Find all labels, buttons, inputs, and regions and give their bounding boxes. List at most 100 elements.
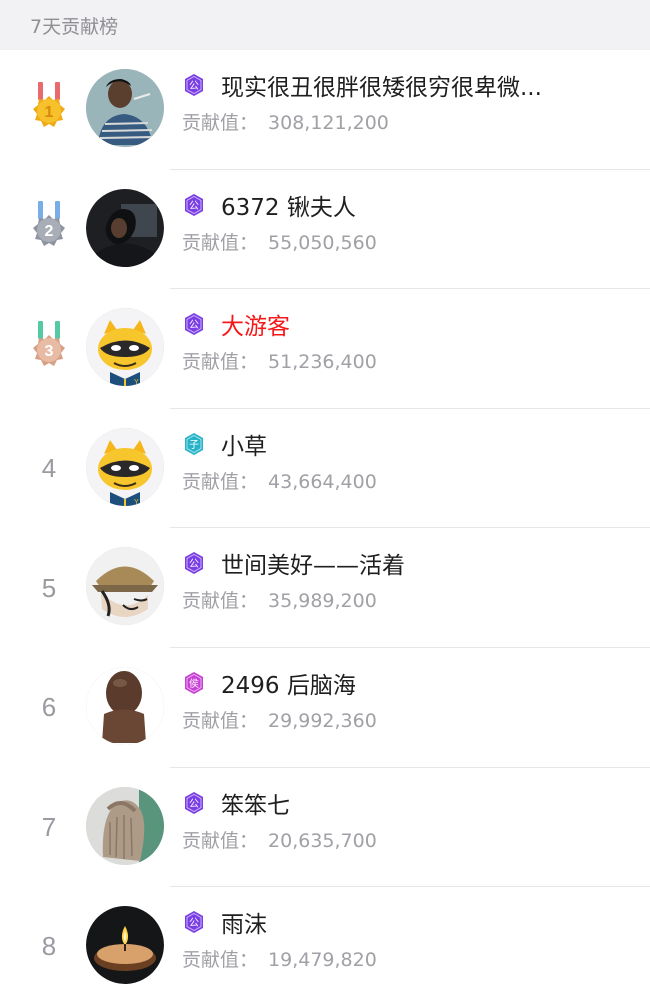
rank-number: 7: [41, 811, 57, 842]
ranking-title: 7天贡献榜: [30, 15, 119, 38]
user-info: 公 现实很丑很胖很矮很穷很卑微... 贡献值： 308,121,200: [182, 68, 650, 135]
user-avatar[interactable]: [86, 69, 164, 147]
svg-text:Y: Y: [134, 379, 139, 386]
svg-text:公: 公: [189, 559, 199, 570]
bronze-medal-icon: 3: [30, 320, 68, 377]
user-avatar[interactable]: [86, 547, 164, 626]
contribution-score: 20,635,700: [268, 829, 377, 852]
ranking-row[interactable]: 7 公 笨笨七贡献值： 20,635,700: [0, 768, 650, 888]
rank-number: 5: [41, 572, 57, 603]
user-info: 公 世间美好——活着贡献值： 35,989,200: [182, 546, 650, 613]
user-name[interactable]: 6372 锹夫人: [221, 188, 356, 222]
svg-text:Y: Y: [134, 499, 139, 506]
svg-text:公: 公: [189, 201, 199, 212]
user-name[interactable]: 大游客: [221, 307, 290, 341]
contribution-score: 19,479,820: [268, 949, 377, 972]
contribution-label: 贡献值：: [182, 231, 259, 254]
user-name[interactable]: 现实很丑很胖很矮很穷很卑微...: [221, 68, 542, 102]
contribution-score-line: 贡献值： 29,992,360: [182, 706, 650, 733]
user-avatar[interactable]: [86, 786, 164, 865]
contribution-score-line: 贡献值： 308,121,200: [182, 108, 650, 135]
user-avatar[interactable]: [86, 188, 164, 267]
rank-badge-icon: 侯: [182, 671, 206, 695]
name-line: 子 小草: [182, 427, 650, 461]
rank-indicator: 1: [0, 50, 98, 170]
user-info: 公 大游客贡献值： 51,236,400: [182, 307, 650, 374]
svg-text:3: 3: [45, 343, 54, 360]
rank-badge-icon: 公: [182, 551, 206, 575]
user-name[interactable]: 世间美好——活着: [221, 546, 405, 580]
svg-text:公: 公: [189, 799, 199, 810]
ranking-row[interactable]: 8 公 雨沫贡献值： 19,479,820: [0, 887, 650, 998]
ranking-row[interactable]: 1 公 现实很丑很胖很矮很穷很卑微... 贡献值： 308,121,200: [0, 50, 650, 170]
rank-badge-icon: 公: [182, 312, 206, 336]
user-name[interactable]: 笨笨七: [221, 786, 290, 820]
contribution-score: 29,992,360: [268, 709, 377, 732]
name-line: 公 现实很丑很胖很矮很穷很卑微...: [182, 68, 650, 102]
contribution-score-line: 贡献值： 19,479,820: [182, 945, 650, 972]
contribution-label: 贡献值：: [182, 590, 259, 613]
rank-indicator: 7: [0, 768, 98, 888]
rank-badge-icon: 子: [182, 432, 206, 456]
contribution-label: 贡献值：: [182, 351, 259, 374]
user-avatar[interactable]: Y: [86, 427, 164, 506]
contribution-score: 55,050,560: [268, 231, 377, 254]
ranking-row[interactable]: 4 Y 子 小草贡献值： 43,664,400: [0, 409, 650, 529]
svg-text:公: 公: [189, 320, 199, 331]
name-line: 公 6372 锹夫人: [182, 188, 650, 222]
user-name[interactable]: 雨沫: [221, 905, 267, 939]
user-info: 公 笨笨七贡献值： 20,635,700: [182, 786, 650, 853]
user-avatar[interactable]: Y: [86, 308, 164, 387]
rank-indicator: 8: [0, 887, 98, 998]
svg-text:公: 公: [189, 918, 199, 929]
rank-indicator: 3: [0, 289, 98, 409]
contribution-score-line: 贡献值： 20,635,700: [182, 826, 650, 853]
rank-indicator: 6: [0, 648, 98, 768]
svg-text:侯: 侯: [189, 677, 199, 690]
ranking-row[interactable]: 6 侯 2496 后脑海贡献值： 29,992,360: [0, 648, 650, 768]
rank-badge-icon: 公: [182, 791, 206, 815]
name-line: 公 大游客: [182, 307, 650, 341]
contribution-score: 43,664,400: [268, 470, 377, 493]
contribution-label: 贡献值：: [182, 949, 259, 972]
rank-indicator: 5: [0, 528, 98, 648]
ranking-row[interactable]: 2 公 6372 锹夫人贡献值： 55,050,560: [0, 170, 650, 290]
svg-text:2: 2: [45, 223, 54, 240]
contribution-score: 35,989,200: [268, 590, 377, 613]
ranking-header: 7天贡献榜: [0, 0, 650, 50]
contribution-label: 贡献值：: [182, 112, 259, 134]
user-avatar[interactable]: [86, 906, 164, 985]
user-name[interactable]: 小草: [221, 427, 267, 461]
ranking-list: 1 公 现实很丑很胖很矮很穷很卑微... 贡献值： 308,121,200 2 公 …: [0, 50, 650, 998]
name-line: 公 笨笨七: [182, 786, 650, 820]
rank-badge-icon: 公: [182, 73, 206, 97]
contribution-score-line: 贡献值： 35,989,200: [182, 586, 650, 613]
contribution-score-line: 贡献值： 55,050,560: [182, 228, 650, 255]
user-info: 侯 2496 后脑海贡献值： 29,992,360: [182, 666, 650, 733]
contribution-label: 贡献值：: [182, 709, 259, 732]
rank-number: 8: [41, 931, 57, 962]
silver-medal-icon: 2: [30, 201, 68, 257]
contribution-score: 51,236,400: [268, 351, 377, 374]
name-line: 侯 2496 后脑海: [182, 666, 650, 700]
name-line: 公 世间美好——活着: [182, 546, 650, 580]
user-info: 子 小草贡献值： 43,664,400: [182, 427, 650, 494]
contribution-ranking-page: 7天贡献榜 1 公 现实很丑很胖很矮很穷很卑微... 贡献值： 308,121,20…: [0, 0, 650, 998]
gold-medal-icon: 1: [30, 81, 68, 138]
contribution-score-line: 贡献值： 43,664,400: [182, 467, 650, 494]
svg-text:1: 1: [45, 104, 54, 121]
ranking-row[interactable]: 5 公 世间美好——活着贡献值： 35,989,200: [0, 528, 650, 648]
svg-text:公: 公: [189, 81, 199, 92]
user-info: 公 雨沫贡献值： 19,479,820: [182, 905, 650, 972]
rank-number: 4: [41, 453, 57, 484]
ranking-row[interactable]: 3 Y 公 大游客贡献值： 51,236,400: [0, 289, 650, 409]
rank-number: 6: [41, 692, 57, 723]
contribution-score-line: 贡献值： 51,236,400: [182, 347, 650, 374]
rank-badge-icon: 公: [182, 193, 206, 217]
user-name[interactable]: 2496 后脑海: [221, 666, 356, 700]
user-avatar[interactable]: [86, 666, 164, 745]
rank-badge-icon: 公: [182, 910, 206, 934]
contribution-score: 308,121,200: [268, 112, 389, 134]
name-line: 公 雨沫: [182, 905, 650, 939]
contribution-label: 贡献值：: [182, 829, 259, 852]
